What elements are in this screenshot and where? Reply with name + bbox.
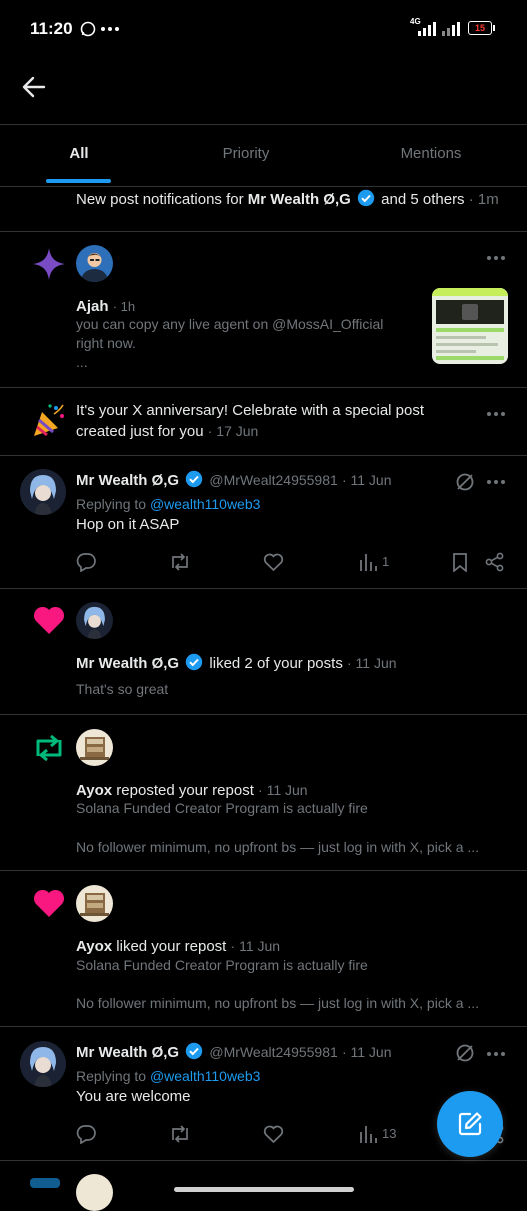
grok-icon[interactable] [455, 472, 475, 492]
tab-all[interactable]: All [40, 140, 118, 184]
tab-active-indicator [46, 179, 111, 183]
more-notifications-icon [101, 27, 119, 31]
tab-all-label: All [69, 145, 89, 162]
repost-filled-icon [36, 734, 62, 762]
replying-to: Replying to @wealth110web3 [76, 496, 261, 512]
user-handle: @MrWealt24955981 [209, 1044, 338, 1060]
compose-icon [458, 1112, 482, 1136]
repost1-line2: No follower minimum, no upfront bs — jus… [76, 839, 480, 855]
whatsapp-icon [80, 21, 96, 37]
like2-line1: Solana Funded Creator Program is actuall… [76, 957, 368, 973]
grok-icon[interactable] [455, 1043, 475, 1063]
user-handle: @MrWealt24955981 [209, 472, 338, 488]
verified-badge-icon [186, 470, 203, 488]
compose-button[interactable] [437, 1091, 503, 1157]
more-options-icon[interactable] [484, 472, 508, 492]
tab-mentions-label: Mentions [400, 145, 462, 162]
avatar-mr-wealth[interactable] [20, 469, 66, 515]
like1-text[interactable]: Mr Wealth Ø,G liked 2 of your posts · 11… [76, 653, 397, 674]
repost1-line1: Solana Funded Creator Program is actuall… [76, 800, 368, 816]
avatar-ajah[interactable] [76, 245, 113, 282]
like-icon[interactable] [263, 1125, 284, 1144]
avatar-partial-left [30, 1178, 60, 1188]
user-name: Mr Wealth Ø,G [76, 655, 180, 672]
views-count: 1 [382, 554, 390, 569]
more-options-icon[interactable] [484, 1044, 508, 1064]
battery-icon: 15 [468, 21, 492, 35]
views-icon[interactable] [358, 552, 378, 572]
notif-ajah-text[interactable]: you can copy any live agent on @MossAI_O… [76, 315, 383, 372]
notif-ajah-header: Ajah · 1h [76, 298, 136, 315]
notif-anniversary-text[interactable]: It's your X anniversary! Celebrate with … [76, 401, 424, 442]
user-name: Ayox [76, 782, 113, 799]
views-icon[interactable] [358, 1124, 378, 1144]
home-indicator [174, 1187, 354, 1192]
signal-icon [418, 22, 436, 36]
views-count: 13 [382, 1126, 397, 1141]
repost-icon[interactable] [169, 552, 191, 572]
party-popper-icon [34, 404, 64, 437]
like1-post-text: That's so great [76, 681, 169, 697]
sparkle-star-icon [33, 248, 65, 280]
verified-badge-icon [357, 189, 375, 207]
post-media-thumbnail[interactable] [432, 288, 508, 364]
status-time: 11:20 [30, 19, 73, 38]
battery-level: 15 [474, 23, 485, 33]
mention-link[interactable]: @wealth110web3 [150, 1068, 260, 1084]
user-name: Ajah [76, 298, 109, 315]
like-icon[interactable] [263, 553, 284, 572]
reply2-text: You are welcome [76, 1088, 191, 1105]
back-arrow-icon[interactable] [22, 76, 46, 98]
verified-badge-icon [186, 653, 203, 671]
user-name: Mr Wealth Ø,G [247, 191, 351, 208]
reply1-header: Mr Wealth Ø,G @MrWealt24955981 · 11 Jun [76, 470, 392, 489]
user-name: Ayox [76, 938, 113, 955]
like2-line2: No follower minimum, no upfront bs — jus… [76, 995, 480, 1011]
avatar-ayox[interactable] [76, 885, 113, 922]
more-options-icon[interactable] [484, 248, 508, 268]
reply2-header: Mr Wealth Ø,G @MrWealt24955981 · 11 Jun [76, 1042, 392, 1061]
avatar-mr-wealth[interactable] [20, 1041, 66, 1087]
avatar-partial [76, 1174, 113, 1211]
notif-new-posts-text[interactable]: New post notifications for Mr Wealth Ø,G… [76, 189, 499, 210]
mention-link[interactable]: @wealth110web3 [150, 496, 260, 512]
reply-icon[interactable] [76, 1124, 96, 1144]
reply-icon[interactable] [76, 552, 96, 572]
replying-to: Replying to @wealth110web3 [76, 1068, 261, 1084]
tab-priority[interactable]: Priority [195, 140, 297, 184]
avatar-ayox[interactable] [76, 729, 113, 766]
heart-filled-icon [33, 606, 65, 634]
tab-mentions[interactable]: Mentions [380, 140, 482, 184]
tab-priority-label: Priority [222, 145, 270, 162]
user-name[interactable]: Mr Wealth Ø,G [76, 472, 179, 489]
verified-badge-icon [186, 1042, 203, 1060]
share-icon[interactable] [485, 552, 505, 572]
reply1-text: Hop on it ASAP [76, 516, 180, 533]
signal-icon-2 [442, 22, 460, 36]
user-name[interactable]: Mr Wealth Ø,G [76, 1044, 179, 1061]
like2-header[interactable]: Ayox liked your repost · 11 Jun [76, 936, 280, 957]
more-options-icon[interactable] [484, 404, 508, 424]
avatar-mr-wealth[interactable] [76, 602, 113, 639]
repost-icon[interactable] [169, 1124, 191, 1144]
heart-filled-icon [33, 889, 65, 917]
bookmark-icon[interactable] [451, 552, 469, 572]
